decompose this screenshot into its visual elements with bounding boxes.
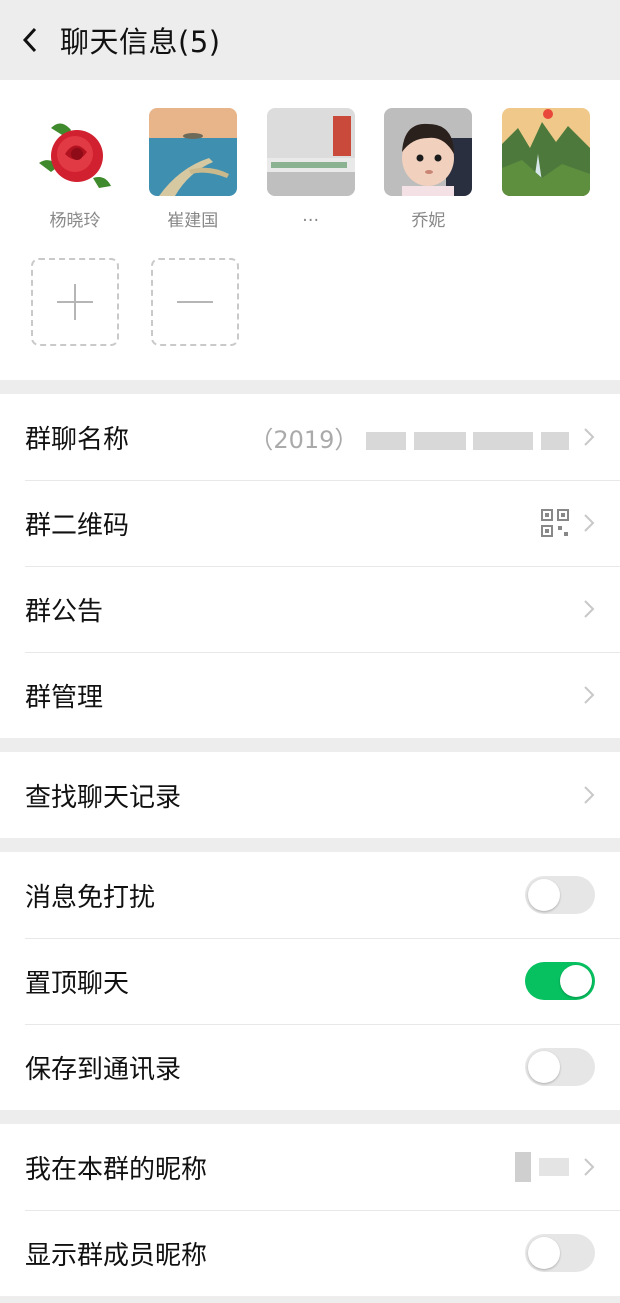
remove-member-button[interactable] [151, 258, 239, 346]
avatar [502, 108, 591, 196]
member-name: 崔建国 [167, 211, 219, 228]
sticky-toggle[interactable] [525, 962, 595, 1000]
toggle-knob [528, 1237, 560, 1269]
member-grid: 杨晓玲 崔建国 … 乔妮 [0, 80, 620, 380]
avatar [384, 108, 473, 196]
save-contacts-toggle[interactable] [525, 1048, 595, 1086]
chevron-right-icon [584, 1158, 595, 1176]
toggles-section: 消息免打扰 置顶聊天 保存到通讯录 [0, 852, 620, 1110]
chevron-right-icon [584, 786, 595, 804]
chevron-right-icon [584, 514, 595, 532]
search-section: 查找聊天记录 [0, 752, 620, 838]
chevron-right-icon [584, 686, 595, 704]
coastline-image [148, 108, 237, 196]
group-management-row[interactable]: 群管理 [0, 652, 620, 738]
storefront-sign-image [266, 108, 355, 196]
toggle-knob [528, 1051, 560, 1083]
chevron-left-icon [22, 27, 37, 53]
nickname-section: 我在本群的昵称 显示群成员昵称 [0, 1124, 620, 1296]
top-bar: 聊天信息(5) [0, 0, 620, 80]
member-item[interactable]: 杨晓玲 [31, 108, 149, 228]
member-item[interactable]: 崔建国 [148, 108, 267, 228]
toggle-knob [528, 879, 560, 911]
mute-label: 消息免打扰 [25, 882, 156, 913]
search-history-row[interactable]: 查找聊天记录 [0, 752, 620, 838]
save-contacts-label: 保存到通讯录 [25, 1054, 182, 1085]
chevron-right-icon [584, 428, 595, 446]
show-nicknames-label: 显示群成员昵称 [25, 1240, 208, 1271]
back-button[interactable] [0, 0, 60, 80]
avatar [266, 108, 355, 196]
group-name-row[interactable]: 群聊名称 （2019） [0, 394, 620, 480]
member-name: … [302, 206, 320, 226]
group-name-value: （2019） [129, 420, 569, 455]
mountain-landscape-image [502, 108, 591, 196]
member-name: 杨晓玲 [49, 211, 101, 228]
toddler-photo-image [384, 108, 473, 196]
my-nickname-row[interactable]: 我在本群的昵称 [0, 1124, 620, 1210]
qr-code-icon [541, 509, 569, 537]
show-nicknames-row: 显示群成员昵称 [0, 1210, 620, 1296]
group-name-label: 群聊名称 [25, 424, 130, 455]
avatar [148, 108, 237, 196]
member-item[interactable]: 乔妮 [384, 108, 502, 228]
sticky-label: 置顶聊天 [25, 968, 130, 999]
chevron-right-icon [584, 600, 595, 618]
mute-row: 消息免打扰 [0, 852, 620, 938]
toggle-knob [560, 965, 592, 997]
member-name: 乔妮 [411, 211, 446, 228]
save-contacts-row: 保存到通讯录 [0, 1024, 620, 1110]
my-nickname-value [207, 1152, 569, 1182]
rose-flower-image [31, 108, 119, 196]
show-nicknames-toggle[interactable] [525, 1234, 595, 1272]
page-title: 聊天信息(5) [60, 25, 221, 59]
group-qr-label: 群二维码 [25, 510, 130, 541]
my-nickname-label: 我在本群的昵称 [25, 1154, 208, 1185]
group-info-section: 群聊名称 （2019） 群二维码 群公告 群管理 [0, 394, 620, 738]
group-announcement-row[interactable]: 群公告 [0, 566, 620, 652]
member-item[interactable] [502, 108, 620, 228]
group-qr-row[interactable]: 群二维码 [0, 480, 620, 566]
avatar [31, 108, 119, 196]
mute-toggle[interactable] [525, 876, 595, 914]
search-history-label: 查找聊天记录 [25, 782, 182, 813]
add-member-button[interactable] [31, 258, 119, 346]
member-item[interactable]: … [266, 108, 385, 228]
group-management-label: 群管理 [25, 682, 104, 713]
member-name [502, 206, 590, 228]
group-announcement-label: 群公告 [25, 596, 104, 627]
sticky-row: 置顶聊天 [0, 938, 620, 1024]
